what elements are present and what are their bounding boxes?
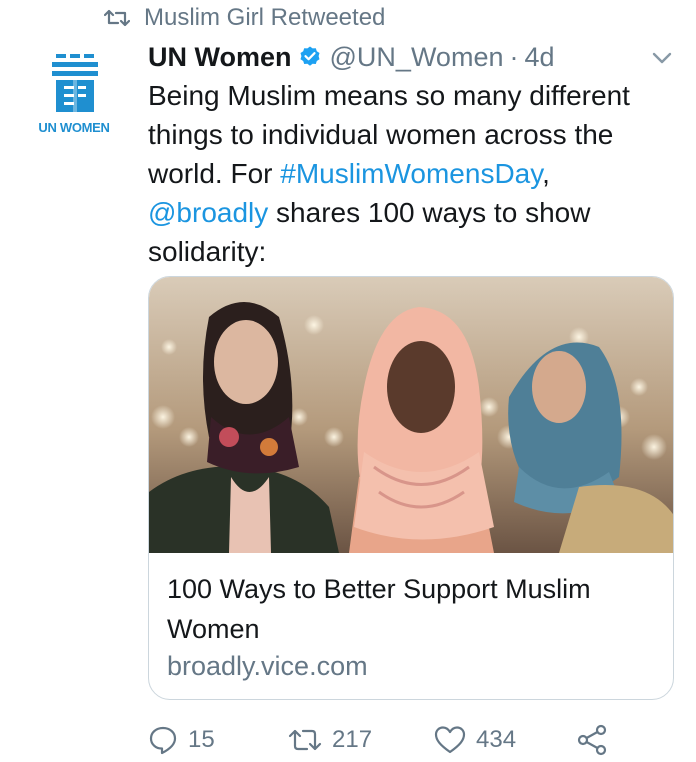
card-title[interactable]: 100 Ways to Better Support Muslim Women [167,569,657,649]
like-button[interactable]: 434 [434,720,516,760]
avatar[interactable]: UN WOMEN [22,50,126,140]
retweet-button[interactable]: 217 [288,720,372,760]
handle[interactable]: @UN_Women [330,42,504,73]
hashtag-link[interactable]: #MuslimWomensDay [280,158,542,189]
link-card[interactable]: 100 Ways to Better Support Muslim Women … [148,276,674,700]
heart-icon [434,726,466,754]
retweet-count: 217 [332,726,373,753]
retweet-context-text: Muslim Girl Retweeted [144,4,386,31]
separator: · [509,41,519,72]
tweet-text: Being Muslim means so many different thi… [148,76,668,271]
tweet[interactable]: Muslim Girl Retweeted UN WOMEN UN Women … [0,0,696,762]
tweet-text-part: , [542,158,550,189]
card-domain[interactable]: broadly.vice.com [167,651,368,682]
three-women-headscarves-photo [149,277,673,553]
retweet-icon [104,9,130,27]
share-button[interactable] [576,720,608,760]
verified-badge-icon [300,46,320,66]
mention-link[interactable]: @broadly [148,197,268,228]
like-count: 434 [476,726,517,753]
tweet-header: UN Women @UN_Women · 4d [148,40,676,74]
tweet-actions: 15 217 434 [148,720,618,760]
un-women-logo [52,54,98,112]
chevron-down-icon [652,52,672,64]
reply-button[interactable]: 15 [148,720,215,760]
card-image[interactable] [149,277,673,553]
retweet-context: Muslim Girl Retweeted [104,4,385,32]
reply-icon [149,726,177,755]
reply-count: 15 [188,726,215,753]
display-name[interactable]: UN Women [148,42,292,73]
timestamp[interactable]: 4d [524,42,554,73]
retweet-icon [288,729,322,751]
avatar-label: UN WOMEN [38,120,110,135]
tweet-menu-button[interactable] [648,44,676,72]
share-icon [577,724,607,756]
